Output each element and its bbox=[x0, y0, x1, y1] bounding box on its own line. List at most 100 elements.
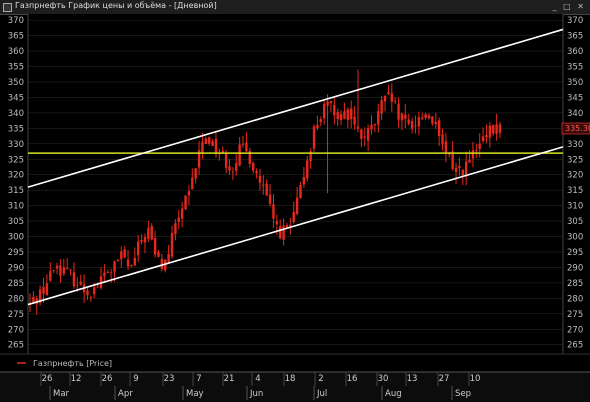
x-tick-day: 26 bbox=[102, 374, 113, 384]
price-bar-body bbox=[421, 117, 424, 120]
price-bar-body bbox=[441, 134, 444, 144]
price-bar-body bbox=[42, 286, 45, 294]
y-tick-right: 320 bbox=[567, 171, 583, 181]
legend-label: Газпрнефть [Price] bbox=[33, 359, 112, 368]
y-tick-right: 350 bbox=[567, 78, 583, 88]
price-bar-body bbox=[167, 253, 170, 263]
price-bar-body bbox=[268, 194, 272, 204]
price-bar-body bbox=[464, 161, 468, 176]
price-bar-body bbox=[390, 93, 393, 102]
price-bar-body bbox=[458, 165, 461, 168]
price-bar-body bbox=[72, 272, 76, 287]
price-bar-body bbox=[174, 223, 177, 235]
price-bar-body bbox=[153, 237, 157, 255]
window-buttons[interactable]: _ □ ✕ bbox=[553, 2, 586, 11]
y-tick-right: 305 bbox=[567, 217, 583, 227]
price-bar-body bbox=[241, 143, 245, 145]
y-tick-right: 340 bbox=[567, 109, 583, 119]
y-tick-left: 355 bbox=[8, 63, 24, 73]
x-tick-month: Jun bbox=[249, 389, 263, 399]
price-bar-body bbox=[126, 259, 130, 267]
price-bar-body bbox=[143, 237, 147, 243]
y-tick-left: 295 bbox=[8, 248, 24, 258]
x-tick-day: 13 bbox=[407, 374, 418, 384]
price-bar-body bbox=[157, 251, 160, 257]
price-bar-body bbox=[312, 126, 316, 149]
y-tick-left: 325 bbox=[8, 155, 24, 165]
price-bar-body bbox=[353, 116, 356, 125]
y-tick-right: 360 bbox=[567, 47, 583, 57]
price-bar-body bbox=[400, 113, 404, 121]
price-bar-body bbox=[481, 136, 485, 142]
price-bar-body bbox=[475, 150, 478, 152]
price-bar-body bbox=[140, 239, 143, 242]
price-bar-body bbox=[32, 296, 35, 303]
y-tick-right: 285 bbox=[567, 279, 583, 289]
price-bar-body bbox=[410, 120, 414, 129]
price-bar-body bbox=[69, 269, 72, 271]
price-bar-body bbox=[299, 184, 302, 199]
price-bar-body bbox=[397, 103, 400, 120]
price-bar-body bbox=[86, 290, 89, 296]
title-bar[interactable]: Газпрнефть График цены и объёма - [Дневн… bbox=[0, 0, 590, 15]
x-tick-day: 7 bbox=[196, 374, 201, 384]
price-bar-body bbox=[103, 272, 106, 277]
y-tick-left: 300 bbox=[8, 233, 24, 243]
price-bar-body bbox=[49, 271, 52, 281]
price-bar-body bbox=[289, 224, 292, 227]
price-bar-body bbox=[322, 104, 326, 119]
x-tick-day: 2 bbox=[318, 374, 323, 384]
price-bar-body bbox=[461, 169, 465, 176]
price-bar-body bbox=[116, 260, 120, 262]
price-bar-body bbox=[363, 136, 366, 138]
plot-area bbox=[28, 14, 563, 354]
x-tick-day: 9 bbox=[133, 374, 138, 384]
price-bar-body bbox=[444, 141, 448, 154]
price-bar-body bbox=[434, 121, 437, 124]
x-tick-month: Aug bbox=[385, 389, 402, 399]
y-tick-left: 330 bbox=[8, 140, 24, 150]
price-bar-body bbox=[62, 267, 66, 274]
price-bar-body bbox=[393, 100, 397, 102]
price-bar-body bbox=[93, 287, 96, 295]
price-bar-body bbox=[228, 166, 231, 171]
price-bar-body bbox=[380, 100, 383, 114]
price-bar-body bbox=[356, 126, 360, 129]
price-bar-body bbox=[387, 92, 390, 94]
y-tick-right: 270 bbox=[567, 325, 583, 335]
price-chart[interactable]: 265 270 275 280 285 290 295 300 305 310 315 320 325 3… bbox=[0, 14, 590, 402]
price-bar-body bbox=[96, 286, 99, 288]
price-bar-body bbox=[208, 137, 211, 144]
price-bar-body bbox=[319, 119, 322, 123]
y-tick-left: 285 bbox=[8, 279, 24, 289]
price-bar-body bbox=[495, 124, 498, 135]
x-tick-day: 26 bbox=[42, 374, 53, 384]
price-bar-body bbox=[414, 125, 417, 127]
y-tick-left: 290 bbox=[8, 263, 24, 273]
price-bar-body bbox=[454, 168, 458, 172]
price-bar-body bbox=[407, 119, 410, 124]
x-tick-month: Jul bbox=[316, 389, 327, 399]
price-bar-body bbox=[55, 265, 59, 269]
y-tick-left: 270 bbox=[8, 325, 24, 335]
price-bar-body bbox=[120, 251, 123, 260]
price-bar-body bbox=[265, 183, 268, 196]
price-bar-body bbox=[275, 221, 279, 225]
price-bar-body bbox=[245, 142, 248, 152]
price-bar-body bbox=[147, 228, 150, 239]
price-bar-body bbox=[170, 233, 174, 257]
price-bar-body bbox=[251, 163, 255, 171]
price-bar-body bbox=[255, 171, 258, 174]
price-bar-body bbox=[431, 116, 434, 124]
last-price-label: 335.30 bbox=[565, 124, 590, 133]
x-tick-day: 21 bbox=[224, 374, 235, 384]
x-axis-days: 26 12 26 9 23 7 21 4 18 2 16 30 13 27 10 bbox=[40, 372, 480, 386]
price-bar-body bbox=[350, 108, 353, 120]
x-tick-month: May bbox=[186, 389, 204, 399]
price-bar-body bbox=[258, 175, 262, 183]
price-bar-body bbox=[468, 159, 471, 163]
y-tick-left: 305 bbox=[8, 217, 24, 227]
price-bar-body bbox=[52, 270, 55, 271]
price-bar-body bbox=[417, 117, 421, 127]
price-bar-body bbox=[373, 123, 377, 126]
